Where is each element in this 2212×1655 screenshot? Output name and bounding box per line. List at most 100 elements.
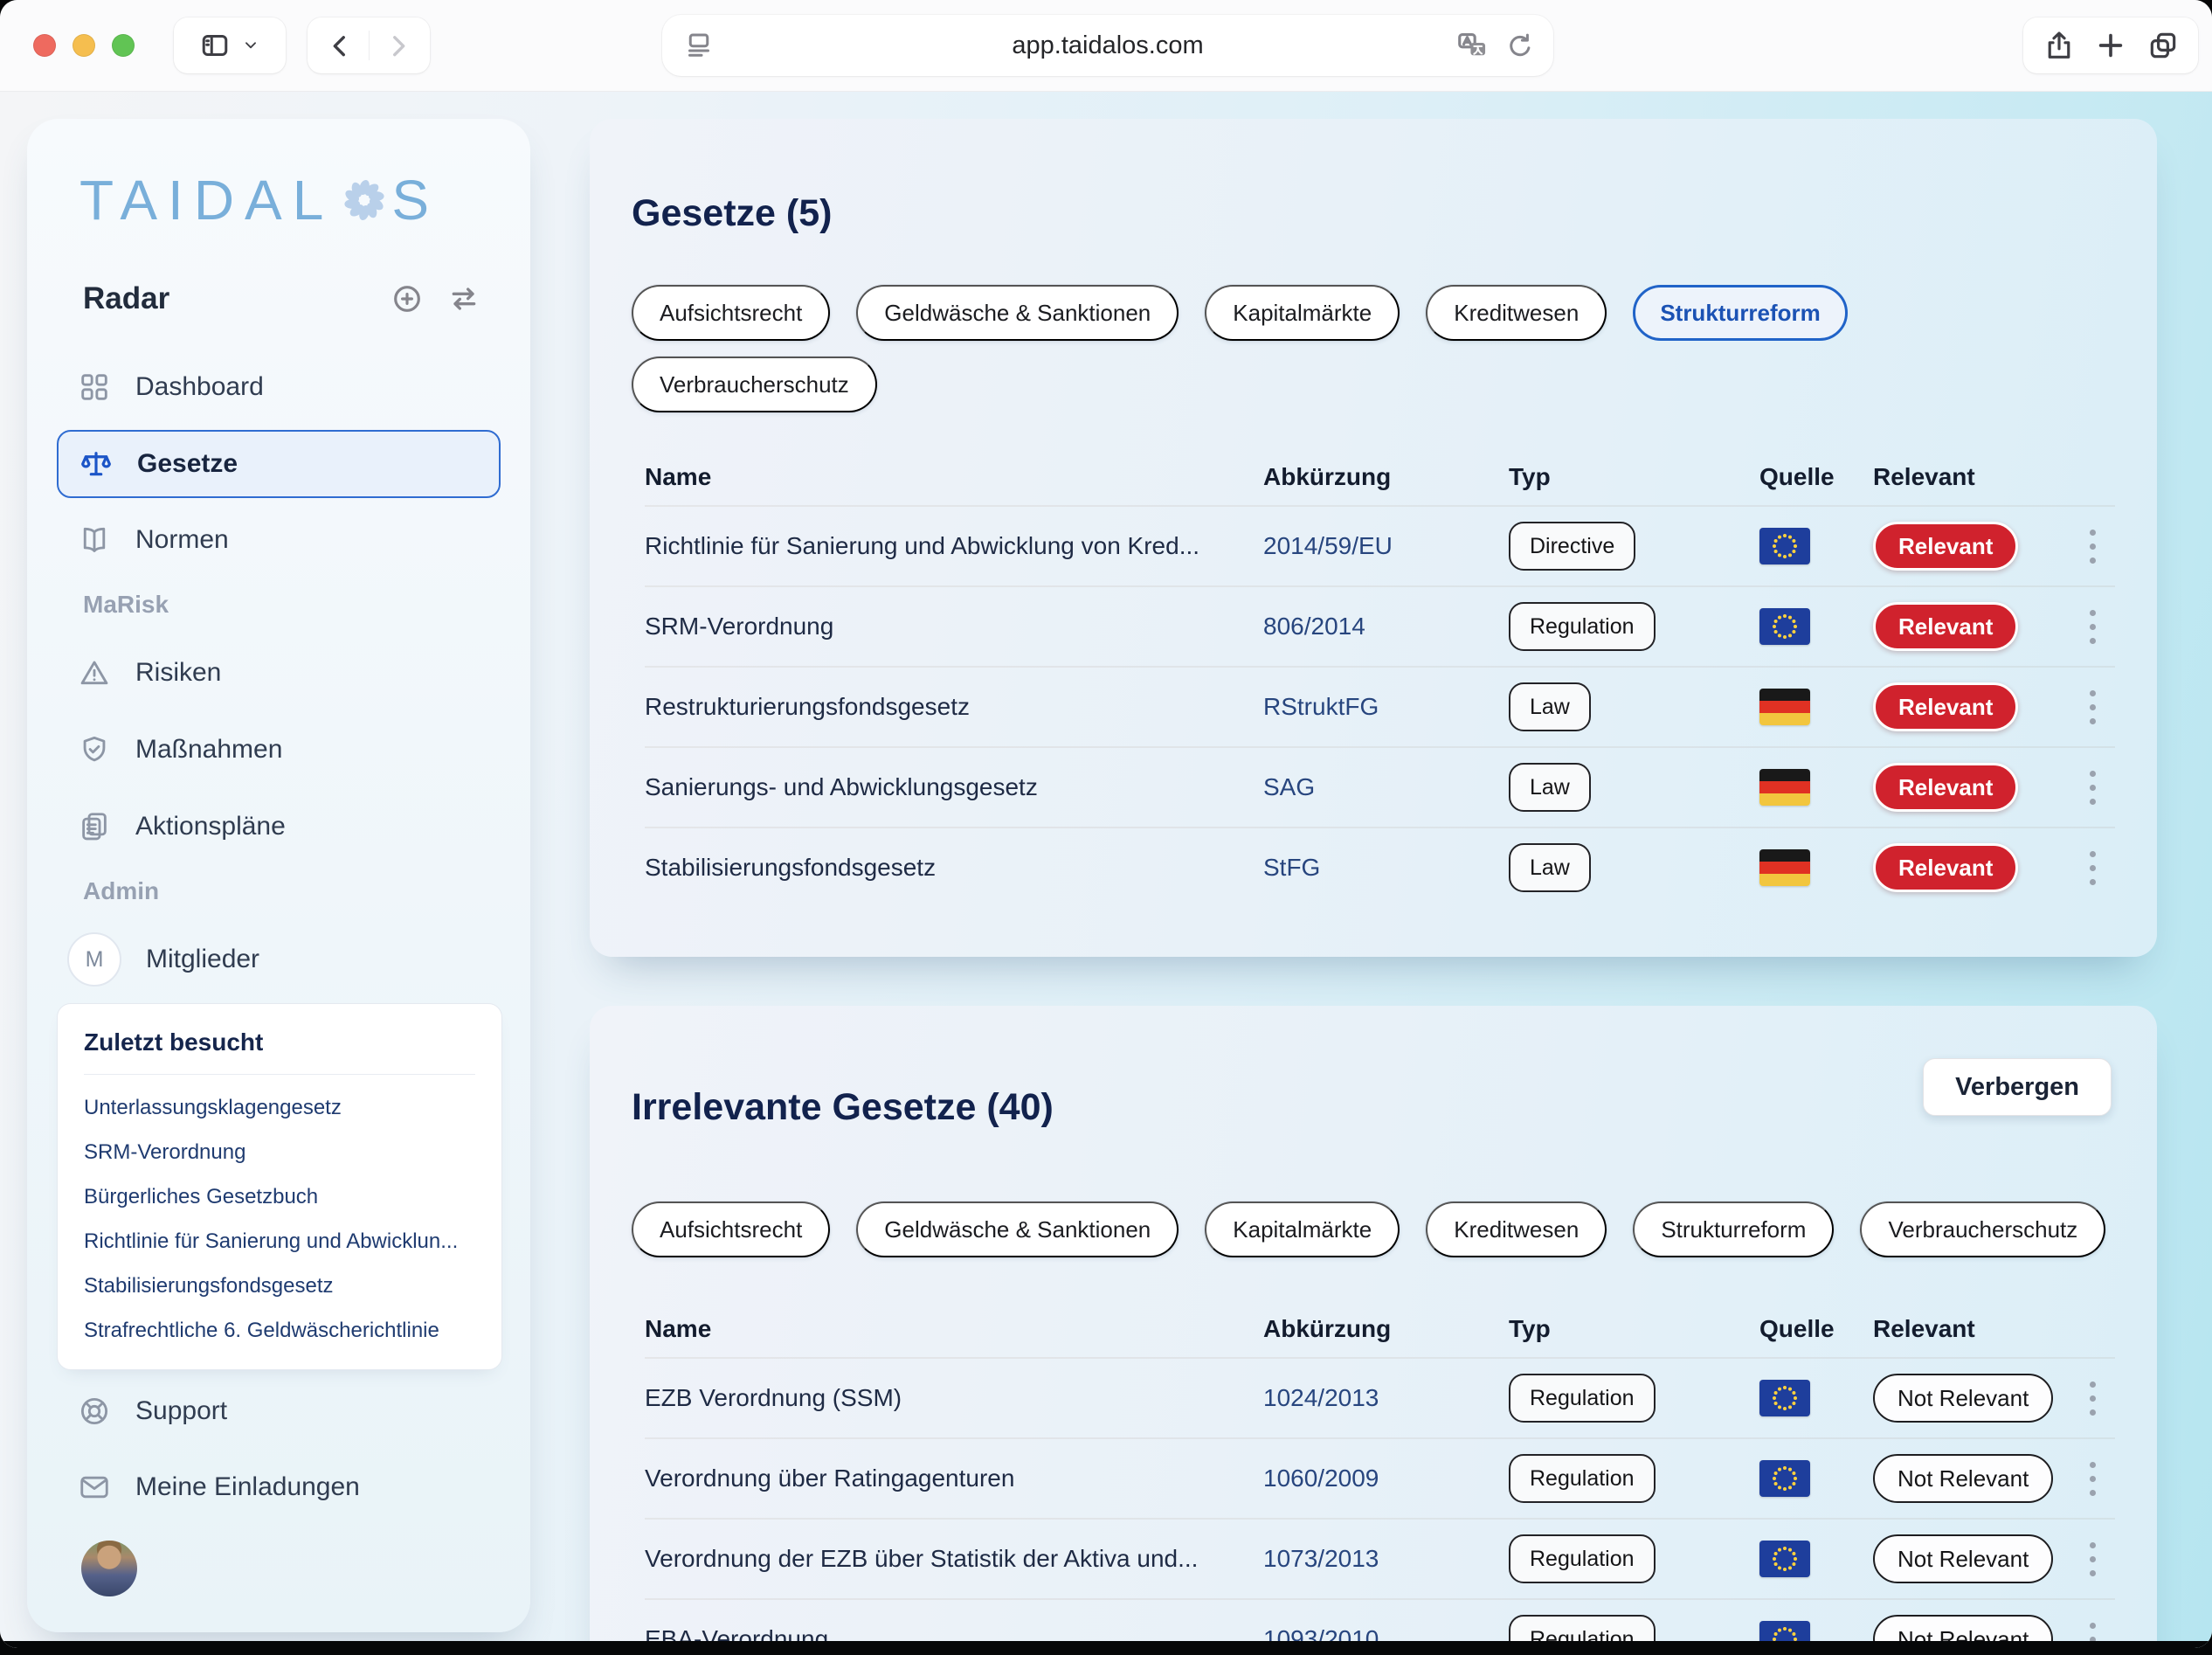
- laws-table: Name Abkürzung Typ Quelle Relevant Richt…: [645, 449, 2115, 907]
- logo-text-right: S: [391, 168, 439, 232]
- table-row[interactable]: Restrukturierungsfondsgesetz RStruktFG L…: [645, 666, 2115, 746]
- header-abkuerzung: Abkürzung: [1263, 463, 1509, 491]
- law-abbreviation-link[interactable]: 806/2014: [1263, 613, 1509, 641]
- laws-table: Name Abkürzung Typ Quelle Relevant EZB V…: [645, 1301, 2115, 1648]
- sidebar-item-dashboard[interactable]: Dashboard: [57, 353, 501, 421]
- filter-chip[interactable]: Geldwäsche & Sanktionen: [856, 1201, 1179, 1257]
- recent-law-link[interactable]: Richtlinie für Sanierung und Abwicklun..…: [84, 1229, 475, 1254]
- table-header-row: Name Abkürzung Typ Quelle Relevant: [645, 1301, 2115, 1357]
- hide-button[interactable]: Verbergen: [1923, 1058, 2112, 1116]
- recent-law-link[interactable]: Bürgerliches Gesetzbuch: [84, 1185, 475, 1209]
- filter-chip[interactable]: Strukturreform: [1633, 1201, 1834, 1257]
- sidebar-item-risiken[interactable]: Risiken: [57, 639, 501, 707]
- row-menu-button[interactable]: [2083, 1375, 2103, 1423]
- header-typ: Typ: [1509, 1315, 1759, 1343]
- relevance-badge: Relevant: [1873, 843, 2018, 892]
- header-relevant: Relevant: [1873, 1315, 2070, 1343]
- user-avatar[interactable]: [81, 1541, 137, 1596]
- category-filter-chips: Aufsichtsrecht Geldwäsche & Sanktionen Kap…: [632, 1201, 2119, 1257]
- filter-chip[interactable]: Aufsichtsrecht: [632, 285, 830, 341]
- law-abbreviation-link[interactable]: StFG: [1263, 854, 1509, 882]
- filter-chip[interactable]: Kapitalmärkte: [1205, 285, 1400, 341]
- header-name: Name: [645, 1315, 1263, 1343]
- filter-chip[interactable]: Kreditwesen: [1426, 1201, 1607, 1257]
- minimize-window-button[interactable]: [73, 34, 95, 57]
- filter-chip[interactable]: Verbraucherschutz: [632, 357, 877, 412]
- filter-chip[interactable]: Kapitalmärkte: [1205, 1201, 1400, 1257]
- table-row[interactable]: Richtlinie für Sanierung und Abwicklung …: [645, 505, 2115, 585]
- section-label-marisk: MaRisk: [83, 591, 169, 619]
- zoom-window-button[interactable]: [112, 34, 135, 57]
- back-button[interactable]: [325, 31, 355, 60]
- table-row[interactable]: EZB Verordnung (SSM) 1024/2013 Regulatio…: [645, 1357, 2115, 1437]
- forward-button[interactable]: [384, 31, 413, 60]
- sidebar-item-mitglieder[interactable]: M Mitglieder: [57, 925, 501, 994]
- law-abbreviation-link[interactable]: 1073/2013: [1263, 1545, 1509, 1573]
- filter-chip[interactable]: Verbraucherschutz: [1860, 1201, 2105, 1257]
- switch-workspace-icon[interactable]: [446, 281, 481, 316]
- sidebar-item-aktionsplaene[interactable]: Aktionspläne: [57, 793, 501, 861]
- member-avatar: M: [67, 932, 121, 987]
- recently-visited-panel: Zuletzt besucht Unterlassungsklagengeset…: [57, 1003, 502, 1370]
- add-icon[interactable]: [391, 282, 424, 315]
- type-badge: Regulation: [1509, 1534, 1656, 1583]
- table-row[interactable]: Sanierungs- und Abwicklungsgesetz SAG La…: [645, 746, 2115, 827]
- recent-law-link[interactable]: Unterlassungsklagengesetz: [84, 1096, 475, 1120]
- close-window-button[interactable]: [33, 34, 56, 57]
- header-relevant: Relevant: [1873, 463, 2070, 491]
- type-badge: Regulation: [1509, 1374, 1656, 1423]
- sidebar-toggle-button[interactable]: [174, 17, 286, 73]
- table-row[interactable]: Verordnung der EZB über Statistik der Ak…: [645, 1518, 2115, 1598]
- share-icon[interactable]: [2043, 29, 2076, 62]
- new-tab-icon[interactable]: [2094, 29, 2127, 62]
- law-abbreviation-link[interactable]: 1024/2013: [1263, 1384, 1509, 1412]
- alert-triangle-icon: [78, 656, 111, 689]
- row-menu-button[interactable]: [2083, 603, 2103, 651]
- german-flag-icon: [1759, 769, 1810, 806]
- law-abbreviation-link[interactable]: RStruktFG: [1263, 693, 1509, 721]
- row-menu-button[interactable]: [2083, 1455, 2103, 1503]
- law-name: Verordnung der EZB über Statistik der Ak…: [645, 1545, 1263, 1573]
- source-flag: [1759, 849, 1810, 886]
- sidebar-item-massnahmen[interactable]: Maßnahmen: [57, 716, 501, 784]
- chevron-down-icon: [241, 36, 260, 55]
- recent-law-link[interactable]: Stabilisierungsfondsgesetz: [84, 1274, 475, 1298]
- eu-flag-icon: [1759, 1380, 1810, 1416]
- filter-chip[interactable]: Kreditwesen: [1426, 285, 1607, 341]
- table-row[interactable]: SRM-Verordnung 806/2014 Regulation Relev…: [645, 585, 2115, 666]
- filter-chip[interactable]: Geldwäsche & Sanktionen: [856, 285, 1179, 341]
- sidebar-item-support[interactable]: Support: [57, 1377, 501, 1445]
- header-quelle: Quelle: [1759, 1315, 1873, 1343]
- law-name: Richtlinie für Sanierung und Abwicklung …: [645, 532, 1263, 560]
- row-menu-button[interactable]: [2083, 523, 2103, 571]
- sidebar-item-gesetze[interactable]: Gesetze: [57, 430, 501, 498]
- recent-law-link[interactable]: Strafrechtliche 6. Geldwäscherichtlinie: [84, 1319, 475, 1343]
- reload-icon[interactable]: [1504, 31, 1536, 62]
- type-badge: Regulation: [1509, 1454, 1656, 1503]
- recent-law-link[interactable]: SRM-Verordnung: [84, 1140, 475, 1165]
- eu-flag-icon: [1759, 1460, 1810, 1497]
- tab-overview-icon[interactable]: [2146, 29, 2180, 62]
- filter-chip[interactable]: Strukturreform: [1633, 285, 1847, 341]
- header-abkuerzung: Abkürzung: [1263, 1315, 1509, 1343]
- law-abbreviation-link[interactable]: SAG: [1263, 773, 1509, 801]
- law-abbreviation-link[interactable]: 1060/2009: [1263, 1465, 1509, 1492]
- filter-chip[interactable]: Aufsichtsrecht: [632, 1201, 830, 1257]
- source-flag: [1759, 1380, 1810, 1416]
- source-flag: [1759, 1541, 1810, 1577]
- row-menu-button[interactable]: [2083, 1535, 2103, 1583]
- logo-text-left: TAIDAL: [79, 168, 334, 232]
- row-menu-button[interactable]: [2083, 844, 2103, 892]
- law-abbreviation-link[interactable]: 2014/59/EU: [1263, 532, 1509, 560]
- table-row[interactable]: Verordnung über Ratingagenturen 1060/200…: [645, 1437, 2115, 1518]
- row-menu-button[interactable]: [2083, 764, 2103, 812]
- row-menu-button[interactable]: [2083, 683, 2103, 731]
- sidebar-panel-icon: [199, 30, 231, 61]
- translate-icon[interactable]: [1455, 30, 1489, 63]
- sidebar-item-einladungen[interactable]: Meine Einladungen: [57, 1453, 501, 1521]
- sidebar-item-normen[interactable]: Normen: [57, 506, 501, 574]
- header-typ: Typ: [1509, 463, 1759, 491]
- address-bar[interactable]: app.taidalos.com: [662, 15, 1553, 76]
- relevance-badge: Relevant: [1873, 763, 2018, 812]
- table-row[interactable]: Stabilisierungsfondsgesetz StFG Law Rele…: [645, 827, 2115, 907]
